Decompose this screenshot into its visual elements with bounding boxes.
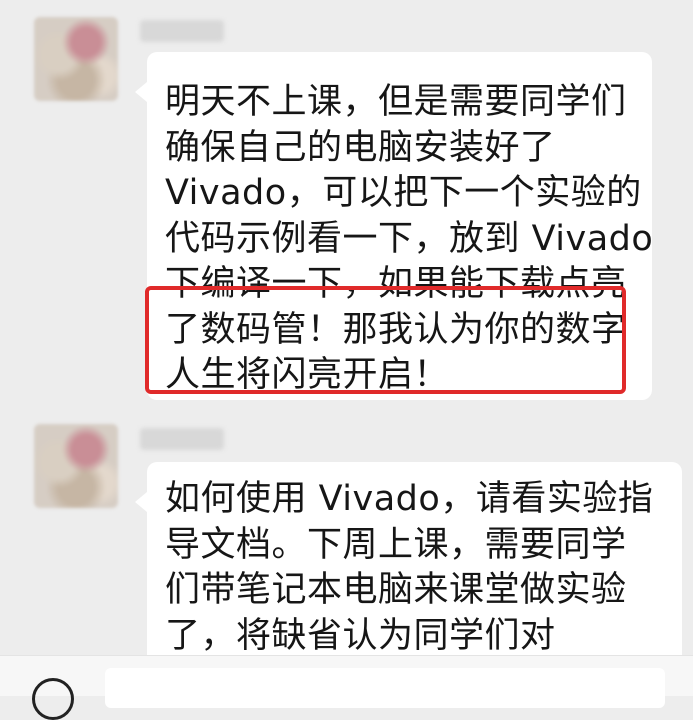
sender-name-blurred [140,428,224,450]
sender-name-blurred [140,20,224,42]
message-line: 如何使用 Vivado，请看实验指 [165,479,654,519]
voice-icon[interactable] [32,678,74,720]
message-line: 们带笔记本电脑来课堂做实验 [165,570,627,610]
input-bar [0,655,693,720]
chat-area: 明天不上课，但是需要同学们 确保自己的电脑安装好了 Vivado，可以把下一个实… [0,0,693,720]
message-line: 了，将缺省认为同学们对 [165,615,556,656]
sender-avatar[interactable] [34,424,118,508]
message-input[interactable] [105,668,665,708]
message-line: 确保自己的电脑安装好了 [165,127,556,168]
red-highlight-box [145,286,626,394]
message-line: 导文档。下周上课，需要同学 [165,524,627,565]
message-line: 明天不上课，但是需要同学们 [165,82,627,122]
message-line: 代码示例看一下，放到 Vivado [165,218,654,259]
message-line: Vivado，可以把下一个实验的 [165,173,642,213]
sender-avatar[interactable] [34,17,118,101]
